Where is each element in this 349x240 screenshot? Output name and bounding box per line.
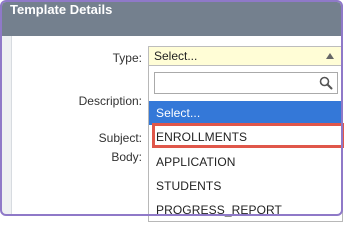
dropdown-option-students[interactable]: STUDENTS	[149, 174, 342, 198]
panel-left-edge	[2, 36, 12, 214]
body-label: Body:	[111, 150, 142, 164]
type-select[interactable]: Select...	[148, 46, 343, 66]
dropdown-option-application[interactable]: APPLICATION	[149, 150, 342, 174]
dropdown-search-input[interactable]	[155, 73, 315, 93]
type-select-value: Select...	[154, 49, 198, 63]
dropdown-option-select[interactable]: Select...	[149, 101, 342, 125]
panel-header: Template Details	[2, 2, 341, 36]
dropdown-option-enrollments[interactable]: ENROLLMENTS	[149, 125, 342, 149]
description-label: Description:	[78, 94, 142, 108]
dropdown-option-progress-report[interactable]: PROGRESS_REPORT	[149, 198, 342, 222]
chevron-up-icon	[326, 53, 334, 59]
search-icon	[319, 76, 333, 90]
panel-title: Template Details	[10, 2, 113, 17]
template-details-panel: Template Details Type: Description: Subj…	[0, 0, 349, 222]
subject-label: Subject:	[98, 131, 142, 145]
type-dropdown: Select... ENROLLMENTS APPLICATION STUDEN…	[148, 66, 343, 222]
type-label: Type:	[112, 51, 142, 65]
dropdown-search	[154, 72, 338, 94]
